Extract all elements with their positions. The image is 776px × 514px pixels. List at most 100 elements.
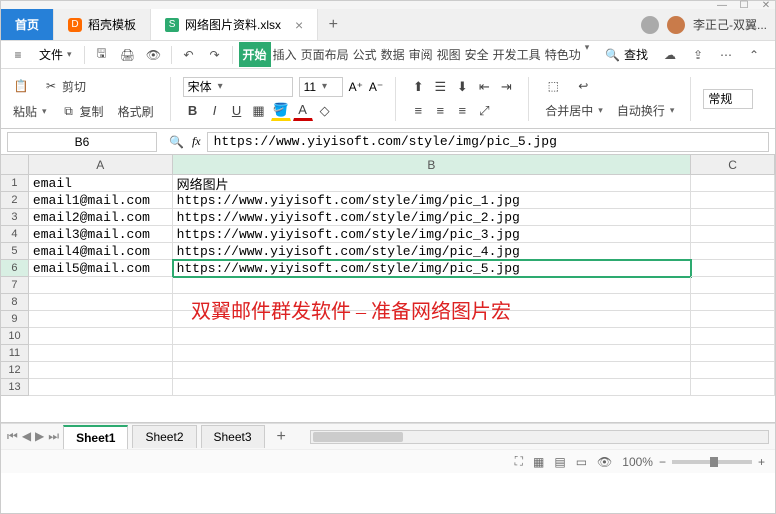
cell[interactable]	[29, 379, 173, 396]
cell[interactable]	[173, 345, 692, 362]
sheet-nav-prev-icon[interactable]: ◀	[22, 429, 31, 444]
cell[interactable]	[691, 277, 775, 294]
view-page-icon[interactable]: ▤	[554, 455, 565, 469]
cell[interactable]	[173, 362, 692, 379]
cell[interactable]: https://www.yiyisoft.com/style/img/pic_5…	[173, 260, 692, 277]
rtab-security[interactable]: 安全	[463, 42, 491, 67]
sheet-add-button[interactable]: +	[269, 428, 294, 446]
fx-search-icon[interactable]: 🔍	[169, 135, 184, 149]
cell[interactable]	[691, 175, 775, 192]
cell[interactable]	[691, 192, 775, 209]
row-header[interactable]: 11	[1, 345, 29, 362]
decrease-font-icon[interactable]: A⁻	[369, 80, 383, 94]
user-avatar[interactable]	[667, 16, 685, 34]
cell[interactable]	[29, 294, 173, 311]
font-select[interactable]: 宋体▾	[183, 77, 293, 97]
underline-button[interactable]: U	[227, 101, 247, 121]
cell[interactable]	[173, 311, 692, 328]
size-select[interactable]: 11▾	[299, 77, 343, 97]
cell[interactable]	[29, 345, 173, 362]
cell[interactable]: https://www.yiyisoft.com/style/img/pic_2…	[173, 209, 692, 226]
row-header[interactable]: 9	[1, 311, 29, 328]
name-box[interactable]: B6	[7, 132, 157, 152]
tab-add-button[interactable]: +	[318, 9, 348, 40]
align-top-icon[interactable]: ⬆	[408, 77, 428, 97]
col-header-c[interactable]: C	[691, 155, 775, 174]
tab-home[interactable]: 首页	[1, 9, 54, 40]
cell[interactable]: https://www.yiyisoft.com/style/img/pic_4…	[173, 243, 692, 260]
zoom-in-icon[interactable]: +	[758, 455, 765, 469]
merge-button[interactable]: 合并居中▾	[541, 100, 607, 121]
row-header[interactable]: 12	[1, 362, 29, 379]
cell[interactable]	[173, 328, 692, 345]
sheet-nav-first-icon[interactable]: ⏮	[7, 429, 18, 444]
col-header-b[interactable]: B	[173, 155, 692, 174]
horizontal-scrollbar[interactable]	[310, 430, 769, 444]
cell[interactable]: email1@mail.com	[29, 192, 173, 209]
clear-format-button[interactable]: ◇	[315, 101, 335, 121]
notification-icon[interactable]	[641, 16, 659, 34]
cell[interactable]	[691, 294, 775, 311]
align-left-icon[interactable]: ≡	[408, 101, 428, 121]
row-header[interactable]: 1	[1, 175, 29, 192]
copy-button[interactable]: ⧉复制	[57, 101, 108, 122]
cell[interactable]: email2@mail.com	[29, 209, 173, 226]
rtab-dev[interactable]: 开发工具	[491, 42, 543, 67]
align-bottom-icon[interactable]: ⬇	[452, 77, 472, 97]
view-normal-icon[interactable]: ▦	[533, 455, 544, 469]
align-center-icon[interactable]: ≡	[430, 101, 450, 121]
cell[interactable]	[691, 311, 775, 328]
fill-color-button[interactable]: 🪣	[271, 101, 291, 121]
rtab-view[interactable]: 视图	[435, 42, 463, 67]
tab-close-icon[interactable]: ×	[295, 17, 303, 33]
close-icon[interactable]: ✕	[761, 1, 771, 9]
find-button[interactable]: 🔍 查找	[598, 43, 655, 66]
rtab-layout[interactable]: 页面布局	[299, 42, 351, 67]
paste-button[interactable]: 粘贴▾	[9, 101, 51, 122]
row-header[interactable]: 10	[1, 328, 29, 345]
format-painter-button[interactable]: 格式刷	[114, 101, 158, 122]
share-icon[interactable]: ⇪	[687, 45, 709, 65]
cell[interactable]	[173, 294, 692, 311]
cell[interactable]	[29, 277, 173, 294]
orientation-icon[interactable]: ⤢	[474, 101, 494, 121]
cell[interactable]	[29, 311, 173, 328]
col-header-a[interactable]: A	[29, 155, 173, 174]
maximize-icon[interactable]: ☐	[739, 1, 749, 9]
ribbon-more-icon[interactable]: ▾	[585, 42, 590, 67]
row-header[interactable]: 5	[1, 243, 29, 260]
collapse-ribbon-icon[interactable]: ⌃	[743, 45, 765, 65]
sheet-nav-last-icon[interactable]: ⏭	[48, 429, 59, 444]
wrap-icon[interactable]: ↩	[571, 76, 595, 96]
cell[interactable]: email3@mail.com	[29, 226, 173, 243]
row-header[interactable]: 6	[1, 260, 29, 277]
rtab-insert[interactable]: 插入	[271, 42, 299, 67]
minimize-icon[interactable]: —	[717, 1, 727, 9]
cell[interactable]	[173, 277, 692, 294]
cell[interactable]: 网络图片	[173, 175, 692, 192]
cell[interactable]: email	[29, 175, 173, 192]
cell[interactable]	[691, 260, 775, 277]
cell[interactable]	[29, 328, 173, 345]
merge-icon[interactable]: ⬚	[541, 76, 565, 96]
row-header[interactable]: 3	[1, 209, 29, 226]
indent-inc-icon[interactable]: ⇥	[496, 77, 516, 97]
cell[interactable]: https://www.yiyisoft.com/style/img/pic_3…	[173, 226, 692, 243]
bold-button[interactable]: B	[183, 101, 203, 121]
row-header[interactable]: 2	[1, 192, 29, 209]
fx-icon[interactable]: fx	[192, 134, 201, 149]
more-icon[interactable]: ⋯	[715, 45, 737, 65]
align-middle-icon[interactable]: ☰	[430, 77, 450, 97]
rtab-formula[interactable]: 公式	[351, 42, 379, 67]
row-header[interactable]: 4	[1, 226, 29, 243]
border-button[interactable]: ▦	[249, 101, 269, 121]
cell[interactable]	[691, 379, 775, 396]
select-all-corner[interactable]	[1, 155, 29, 174]
cell[interactable]: email5@mail.com	[29, 260, 173, 277]
zoom-slider[interactable]	[672, 460, 752, 464]
align-right-icon[interactable]: ≡	[452, 101, 472, 121]
increase-font-icon[interactable]: A⁺	[349, 80, 363, 94]
italic-button[interactable]: I	[205, 101, 225, 121]
view-fullscreen-icon[interactable]: ⛶	[515, 454, 523, 469]
rtab-data[interactable]: 数据	[379, 42, 407, 67]
